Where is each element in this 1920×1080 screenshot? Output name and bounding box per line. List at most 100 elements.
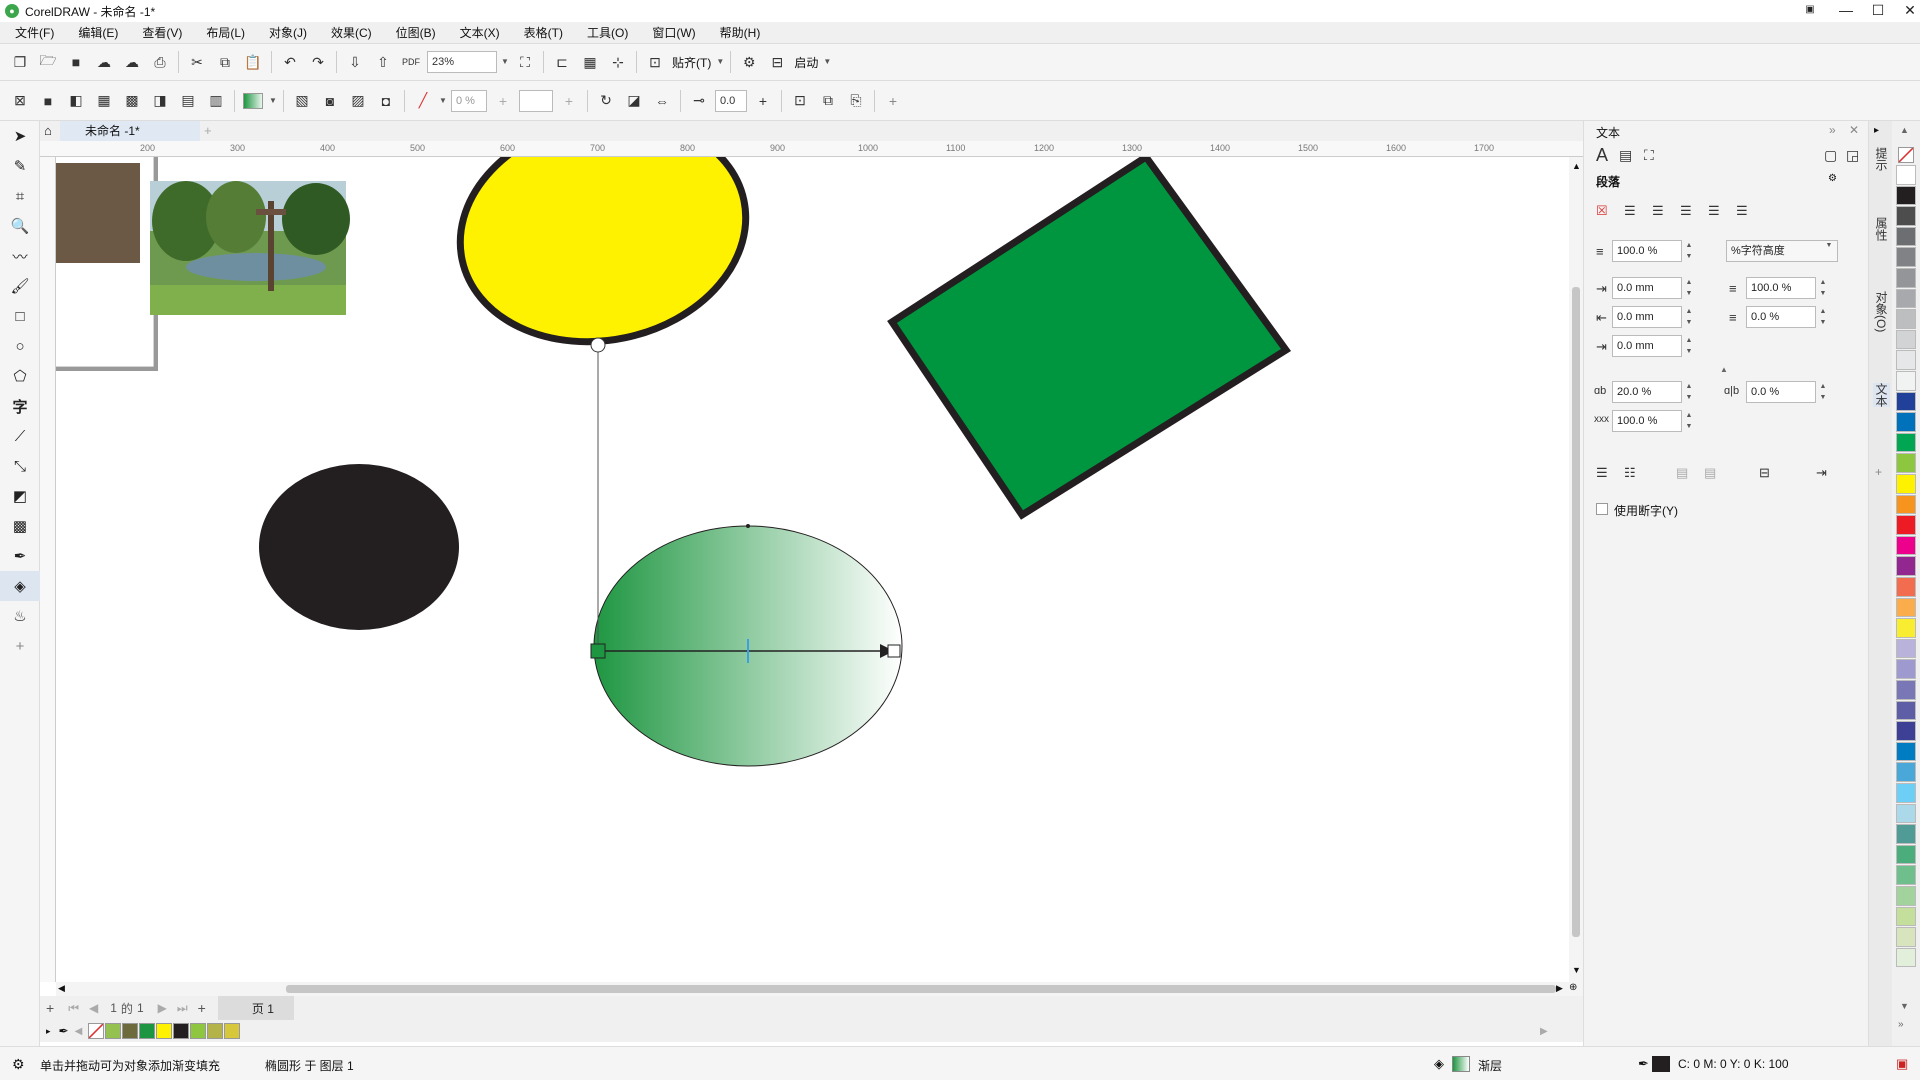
last-page-icon[interactable]: ⏭ <box>177 1001 188 1016</box>
launch-dropdown-icon[interactable]: ▼ <box>821 51 833 73</box>
cloud-upload-icon[interactable]: ☁ <box>92 50 116 74</box>
black-ellipse[interactable] <box>259 464 459 630</box>
language-spacing-field[interactable]: 100.0 % <box>1612 410 1682 432</box>
menu-object[interactable]: 对象(J) <box>260 22 316 44</box>
snap-icon[interactable]: ⊡ <box>643 50 667 74</box>
edit-fill-icon[interactable]: ⎘ <box>844 89 868 113</box>
cut-icon[interactable]: ✂ <box>185 50 209 74</box>
launch-icon[interactable]: ⊟ <box>765 50 789 74</box>
linear-fountain-icon[interactable]: ▧ <box>290 89 314 113</box>
save-icon[interactable]: ■ <box>64 50 88 74</box>
color-swatch[interactable] <box>1896 741 1916 762</box>
close-button[interactable]: ✕ <box>1894 0 1920 22</box>
after-paragraph-spin-icon[interactable]: ▲ ▼ <box>1816 306 1830 328</box>
color-swatch[interactable] <box>1896 906 1916 927</box>
green-rotated-rectangle[interactable] <box>887 157 1292 520</box>
texture-fill-icon[interactable]: ▤ <box>176 89 200 113</box>
add-page-before-icon[interactable]: + <box>46 1000 54 1016</box>
full-screen-icon[interactable]: ⛶ <box>513 50 537 74</box>
uniform-fill-icon[interactable]: ■ <box>36 89 60 113</box>
drop-cap-option-icon[interactable]: ▤ <box>1704 465 1716 481</box>
menu-help[interactable]: 帮助(H) <box>711 22 770 44</box>
gradient-end-node[interactable] <box>887 644 901 658</box>
prev-page-icon[interactable]: ◀ <box>89 1001 98 1015</box>
document-palette-swatch[interactable] <box>105 1023 122 1039</box>
options-gear-icon[interactable]: ⚙ <box>737 50 761 74</box>
hints-tab[interactable]: 提示 <box>1873 147 1890 171</box>
new-tab-icon[interactable]: + <box>204 123 212 138</box>
document-palette-swatch[interactable] <box>156 1023 173 1039</box>
document-palette-swatch[interactable] <box>122 1023 139 1039</box>
freehand-tool-icon[interactable]: 〰 <box>0 241 40 271</box>
print-icon[interactable]: ⎙ <box>148 50 172 74</box>
show-grid-icon[interactable]: ▦ <box>578 50 602 74</box>
color-swatch[interactable] <box>1896 494 1916 515</box>
interactive-fill-icon[interactable]: ◈ <box>0 571 40 601</box>
palette-eyedropper-icon[interactable]: ✒ <box>59 1024 69 1038</box>
color-swatch[interactable] <box>1896 350 1916 370</box>
color-swatch[interactable] <box>1896 700 1916 721</box>
crop-tool-icon[interactable]: ⌗ <box>0 181 40 211</box>
color-swatch[interactable] <box>1896 412 1916 432</box>
color-swatch[interactable] <box>1896 824 1916 844</box>
palette-down-icon[interactable]: ▼ <box>1900 1001 1909 1011</box>
menu-edit[interactable]: 编辑(E) <box>69 22 127 44</box>
postscript-fill-icon[interactable]: ▥ <box>204 89 228 113</box>
page-tab[interactable]: 页 1 <box>217 995 294 1021</box>
first-line-indent-field[interactable]: 0.0 mm <box>1612 306 1682 328</box>
color-swatch[interactable] <box>1896 185 1916 206</box>
fill-picker-dropdown-icon[interactable]: ▼ <box>267 90 279 112</box>
color-swatch[interactable] <box>1896 206 1916 226</box>
acceleration-field[interactable]: 0.0 <box>715 89 747 112</box>
char-spacing-field[interactable]: 20.0 % <box>1612 381 1682 403</box>
scroll-left-icon[interactable]: ◀ <box>58 983 65 994</box>
document-palette-swatch[interactable] <box>207 1023 224 1039</box>
fountain-fill-icon[interactable]: ◧ <box>64 89 88 113</box>
color-swatch[interactable] <box>1896 947 1916 968</box>
node-color-dropdown-icon[interactable]: ▼ <box>437 90 449 112</box>
launch-dropdown[interactable]: 启动 <box>794 54 818 71</box>
text-tab[interactable]: 文本 <box>1873 383 1890 407</box>
ellipse-tool-icon[interactable]: ○ <box>0 331 40 361</box>
language-spacing-spin-icon[interactable]: ▲ ▼ <box>1682 410 1696 432</box>
new-document-icon[interactable]: ❐ <box>8 50 32 74</box>
add-tool-icon[interactable]: + <box>0 631 40 661</box>
color-swatch[interactable] <box>1896 453 1916 473</box>
add-toolbar-item-icon[interactable]: + <box>881 89 905 113</box>
after-paragraph-field[interactable]: 0.0 % <box>1746 306 1816 328</box>
palette-up-icon[interactable]: ▲ <box>1900 125 1909 135</box>
color-swatch[interactable] <box>1896 865 1916 885</box>
spacing-unit-dropdown-icon[interactable]: ▼ <box>1822 240 1836 262</box>
snap-to-dropdown[interactable]: 贴齐(T) <box>672 54 711 71</box>
menu-text[interactable]: 文本(X) <box>451 22 509 44</box>
color-swatch[interactable] <box>1896 226 1916 247</box>
left-indent-field[interactable]: 0.0 mm <box>1612 277 1682 299</box>
document-palette-swatch[interactable] <box>88 1023 105 1039</box>
shape-tool-icon[interactable]: ✎ <box>0 151 40 181</box>
smooth-transition-icon[interactable]: ⊡ <box>788 89 812 113</box>
color-swatch[interactable] <box>1896 329 1916 350</box>
color-swatch[interactable] <box>1896 803 1916 824</box>
horizontal-ruler[interactable]: 200 300 400 500 600 700 800 900 1000 110… <box>40 141 1583 157</box>
maximize-button[interactable]: ☐ <box>1862 0 1894 22</box>
properties-tab[interactable]: 属性 <box>1873 217 1890 241</box>
paragraph-tab-icon[interactable]: ▤ <box>1619 147 1632 164</box>
color-swatch[interactable] <box>1896 268 1916 288</box>
bullet-list-icon[interactable]: ☰ <box>1596 465 1608 481</box>
add-page-after-icon[interactable]: + <box>198 1000 206 1016</box>
document-tab[interactable]: 未命名 -1* <box>60 121 200 141</box>
frame-tab-icon[interactable]: ⛶ <box>1644 147 1654 164</box>
parallel-dimension-icon[interactable]: ⟋ <box>0 421 40 451</box>
zoom-level-field[interactable]: 23% <box>427 51 497 73</box>
free-scale-icon[interactable]: ⇔ <box>650 89 674 113</box>
publish-pdf-icon[interactable]: PDF <box>399 50 423 74</box>
color-swatch[interactable] <box>1896 515 1916 535</box>
character-tab-icon[interactable]: A <box>1596 145 1608 166</box>
status-settings-icon[interactable]: ⚙ <box>12 1056 25 1073</box>
color-swatch[interactable] <box>1896 762 1916 782</box>
menu-bitmaps[interactable]: 位图(B) <box>387 22 445 44</box>
import-icon[interactable]: ⇩ <box>343 50 367 74</box>
color-swatch[interactable] <box>1896 474 1916 494</box>
panel-close-icon[interactable]: ✕ <box>1849 123 1859 137</box>
rectangle-tool-icon[interactable]: □ <box>0 301 40 331</box>
